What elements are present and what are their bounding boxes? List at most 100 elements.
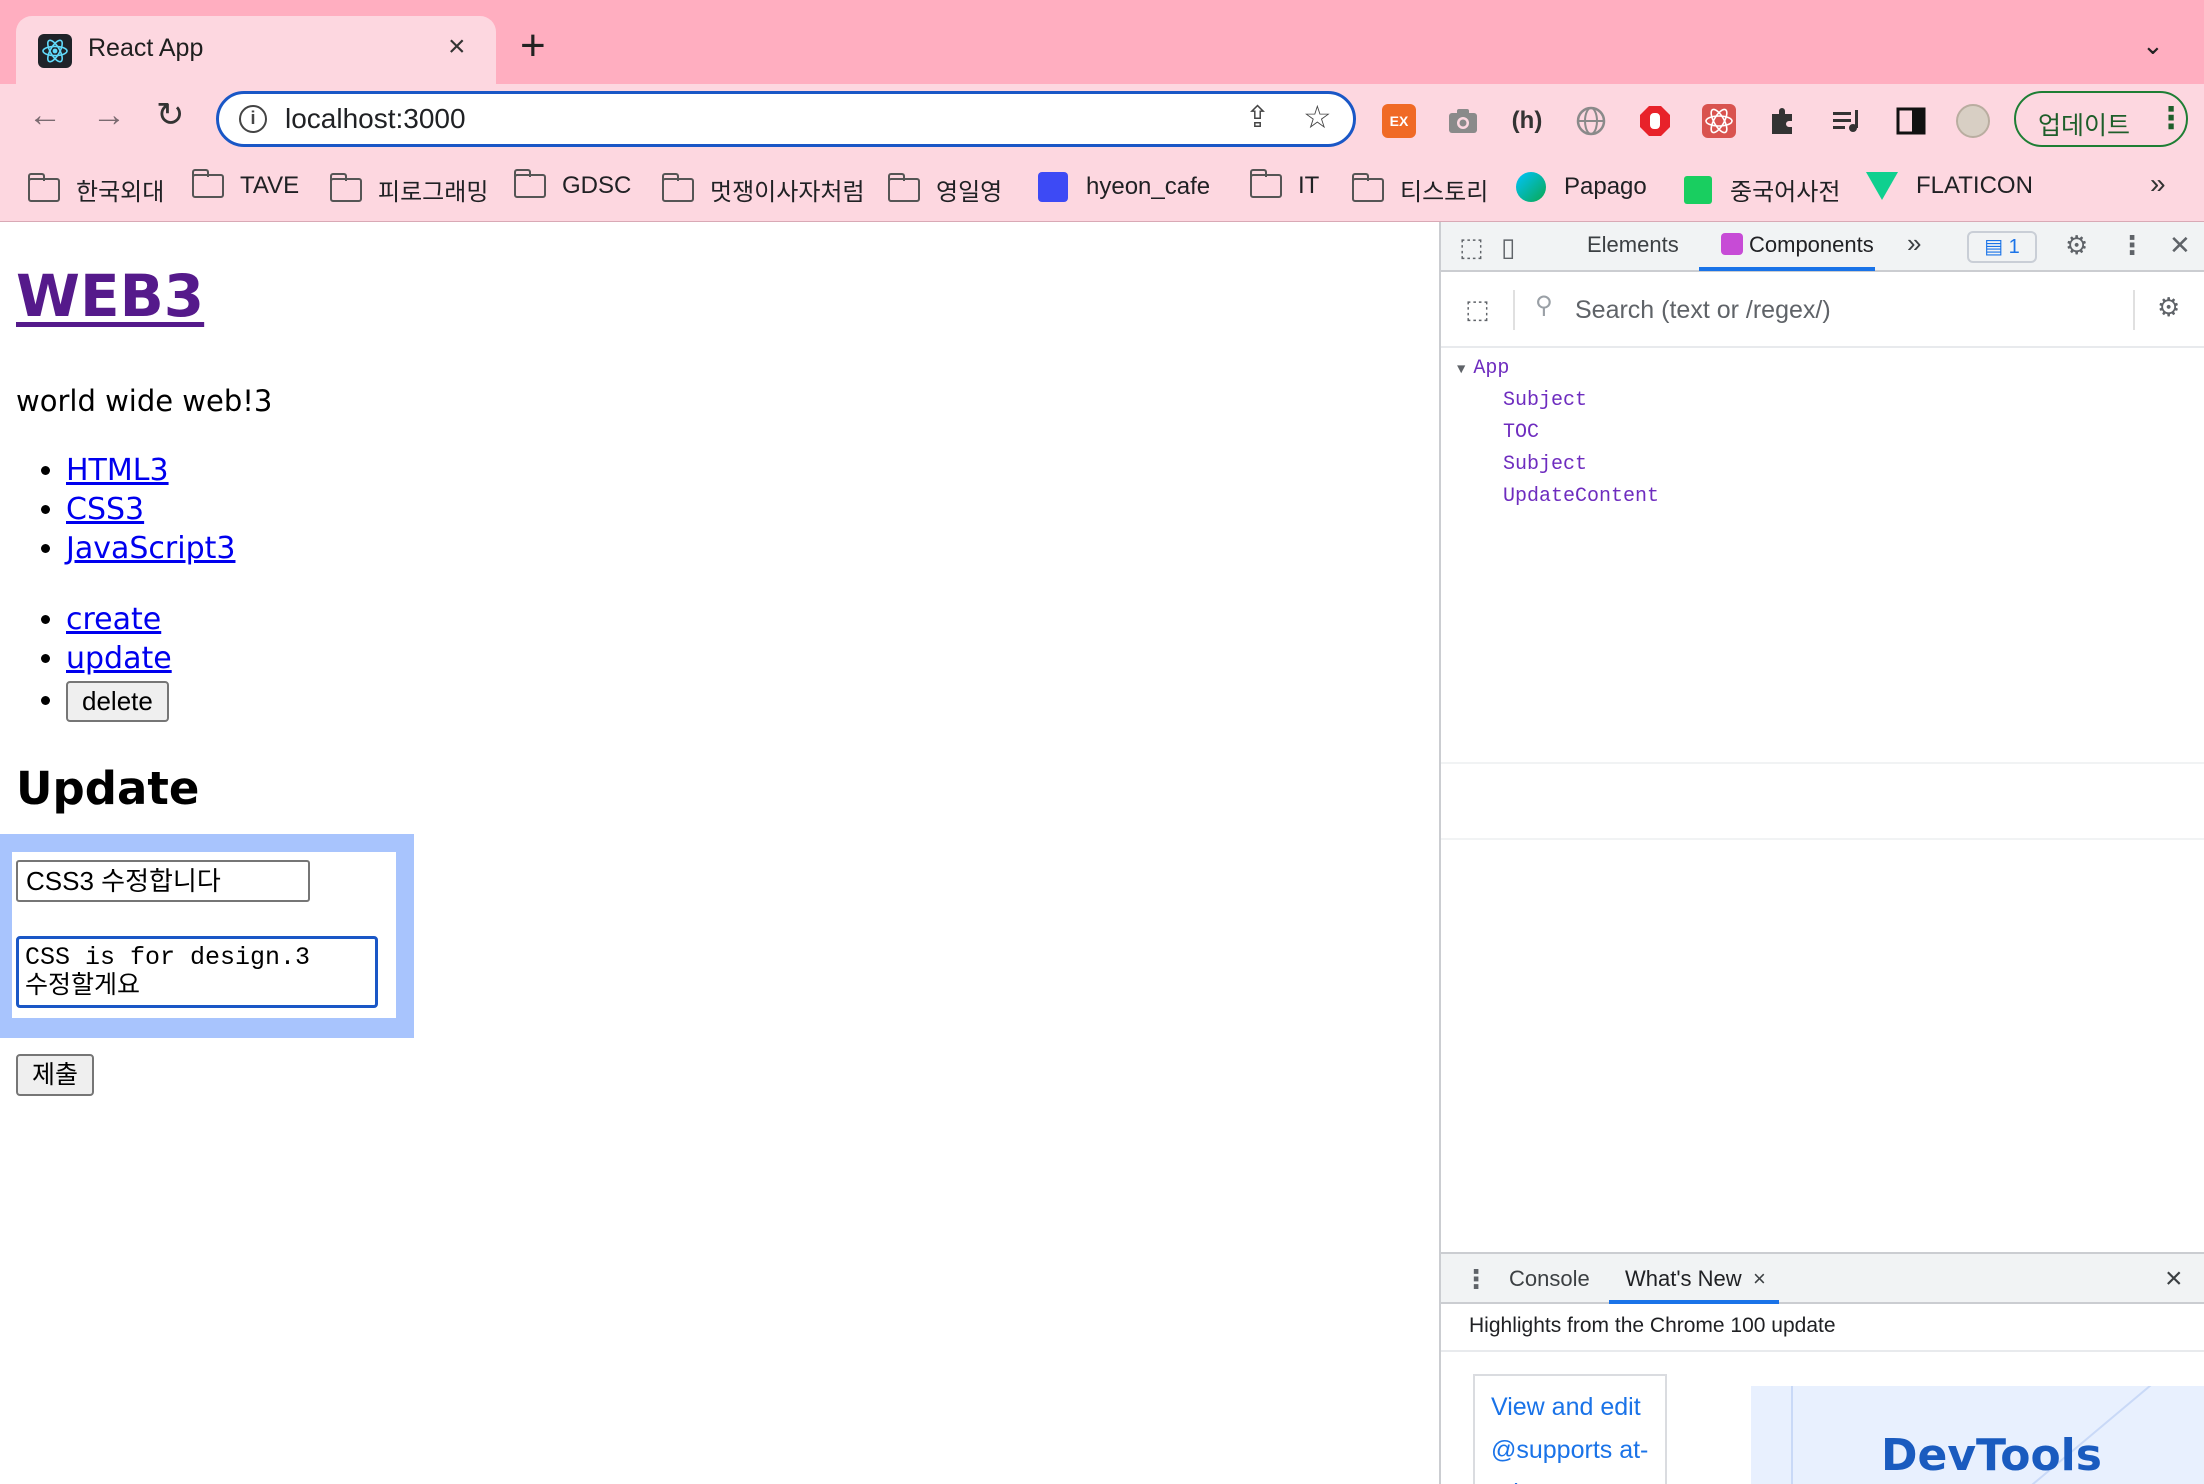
tree-node[interactable]: Subject	[1503, 450, 1587, 480]
list-item: JavaScript3	[66, 529, 235, 568]
adblock-extension-icon[interactable]	[1638, 104, 1672, 138]
folder-icon	[1250, 169, 1282, 198]
issues-count: 1	[2008, 236, 2020, 258]
bookmark-folder[interactable]: 피로그래밍	[330, 172, 488, 207]
more-vertical-icon[interactable]: ⋮	[2156, 101, 2186, 136]
list-item: CSS3	[66, 490, 235, 529]
tree-node[interactable]: TOC	[1503, 418, 1539, 448]
bookmark-folder[interactable]: 영일영	[888, 172, 1002, 207]
page-description: world wide web!3	[16, 384, 273, 418]
device-toolbar-icon[interactable]: ▯	[1501, 234, 1515, 260]
reload-icon[interactable]: ↻	[156, 98, 185, 132]
drawer-menu-icon[interactable]: ⋮	[1463, 1266, 1489, 1292]
address-bar[interactable]: i localhost:3000 ⇪ ☆	[216, 91, 1356, 147]
bookmark-folder[interactable]: IT	[1250, 169, 1320, 200]
tree-node-label: App	[1473, 357, 1510, 380]
tab-whats-new[interactable]: What's New	[1625, 1266, 1742, 1292]
hackmd-extension-icon[interactable]: (h)	[1510, 104, 1544, 138]
settings-gear-icon[interactable]: ⚙	[2065, 232, 2088, 258]
back-arrow-icon[interactable]: ←	[28, 98, 62, 132]
hyeon-cafe-icon	[1038, 172, 1068, 202]
divider	[1513, 290, 1515, 330]
bookmark-label: 피로그래밍	[378, 179, 489, 206]
toc-link[interactable]: CSS3	[66, 492, 144, 527]
title-input[interactable]: CSS3 수정합니다	[16, 860, 310, 902]
flaticon-icon	[1866, 172, 1898, 200]
folder-icon	[514, 169, 546, 198]
naver-dictionary-icon	[1684, 175, 1712, 204]
globe-extension-icon[interactable]	[1574, 104, 1608, 138]
bookmark-site[interactable]: hyeon_cafe	[1038, 172, 1210, 202]
tab-elements[interactable]: Elements	[1587, 232, 1679, 258]
list-item: delete	[66, 678, 172, 724]
component-settings-gear-icon[interactable]: ⚙	[2157, 294, 2180, 320]
bookmark-site[interactable]: 중국어사전	[1684, 172, 1840, 207]
bookmark-label: FLATICON	[1916, 172, 2033, 199]
tab-search-chevron-icon[interactable]: ⌄	[2142, 30, 2164, 61]
forward-arrow-icon[interactable]: →	[92, 98, 126, 132]
tab-react-app[interactable]: React App ×	[16, 16, 496, 84]
bookmark-site[interactable]: FLATICON	[1866, 172, 2033, 200]
caret-down-icon[interactable]: ▼	[1457, 362, 1465, 378]
tab-console[interactable]: Console	[1509, 1266, 1590, 1292]
profile-avatar[interactable]	[1956, 104, 1990, 138]
folder-icon	[662, 172, 694, 202]
folder-icon	[1352, 172, 1384, 202]
tree-node[interactable]: Subject	[1503, 386, 1587, 416]
chrome-update-button[interactable]: 업데이트 ⋮	[2014, 91, 2188, 147]
bookmarks-overflow-icon[interactable]: »	[2150, 168, 2166, 200]
update-form: CSS3 수정합니다 CSS is for design.3 수정할게요	[12, 852, 396, 1018]
inspect-element-icon[interactable]: ⬚	[1459, 234, 1484, 260]
submit-button[interactable]: 제출	[16, 1054, 94, 1096]
more-tabs-icon[interactable]: »	[1907, 228, 1921, 259]
select-component-icon[interactable]: ⬚	[1465, 296, 1490, 322]
new-tab-button[interactable]: +	[520, 24, 546, 68]
tab-components[interactable]: Components	[1721, 232, 1874, 258]
folder-icon	[192, 169, 224, 198]
tab-strip: React App × + ⌄	[0, 0, 2204, 84]
delete-button[interactable]: delete	[66, 681, 169, 722]
tab-components-label: Components	[1749, 232, 1874, 257]
search-input[interactable]: Search (text or /regex/)	[1575, 296, 1831, 325]
tree-node-app[interactable]: ▼ App	[1457, 354, 1509, 384]
ex-extension-icon[interactable]: EX	[1382, 104, 1416, 138]
bookmark-label: IT	[1298, 172, 1320, 199]
description-textarea[interactable]: CSS is for design.3 수정할게요	[16, 936, 378, 1008]
bookmark-star-icon[interactable]: ☆	[1303, 98, 1332, 136]
site-info-icon[interactable]: i	[239, 105, 267, 133]
toc-link[interactable]: JavaScript3	[66, 531, 235, 566]
bookmark-site[interactable]: Papago	[1516, 172, 1647, 202]
bookmark-folder[interactable]: 한국외대	[28, 172, 164, 207]
bookmark-folder[interactable]: GDSC	[514, 169, 631, 200]
tree-node[interactable]: UpdateContent	[1503, 482, 1659, 512]
close-drawer-icon[interactable]: ×	[2165, 1262, 2183, 1296]
share-icon[interactable]: ⇪	[1245, 100, 1270, 135]
control-list: create update delete	[66, 600, 172, 724]
folder-icon	[28, 172, 60, 202]
bookmark-label: TAVE	[240, 172, 300, 199]
browser-chrome: React App × + ⌄ ← → ↻ i localhost:3000 ⇪…	[0, 0, 2204, 222]
issues-badge[interactable]: ▤ 1	[1967, 231, 2037, 263]
toc-link[interactable]: HTML3	[66, 453, 169, 488]
customize-menu-icon[interactable]: ⋮	[2119, 232, 2145, 258]
promo-grid-line	[1791, 1386, 1793, 1484]
update-link[interactable]: update	[66, 641, 172, 676]
url-text[interactable]: localhost:3000	[285, 103, 466, 135]
search-icon: ⚲	[1535, 292, 1553, 319]
close-whats-new-icon[interactable]: ×	[1753, 1266, 1766, 1292]
close-devtools-icon[interactable]: ✕	[2169, 232, 2191, 258]
whats-new-card-link[interactable]: View and edit @supports at-rules	[1473, 1374, 1667, 1484]
camera-extension-icon[interactable]	[1446, 104, 1480, 138]
tab-close-icon[interactable]: ×	[448, 30, 466, 64]
side-panel-icon[interactable]	[1894, 104, 1928, 138]
drawer-toolbar: ⋮ Console What's New × ×	[1441, 1252, 2204, 1304]
extensions-puzzle-icon[interactable]	[1766, 104, 1800, 138]
page-title-link[interactable]: WEB3	[16, 262, 204, 330]
create-link[interactable]: create	[66, 602, 161, 637]
bookmark-folder[interactable]: 티스토리	[1352, 172, 1488, 207]
bookmark-label: 멋쟁이사자처럼	[710, 179, 865, 206]
media-playlist-icon[interactable]	[1830, 104, 1864, 138]
react-devtools-extension-icon[interactable]	[1702, 104, 1736, 138]
bookmark-folder[interactable]: 멋쟁이사자처럼	[662, 172, 865, 207]
bookmark-folder[interactable]: TAVE	[192, 169, 300, 200]
